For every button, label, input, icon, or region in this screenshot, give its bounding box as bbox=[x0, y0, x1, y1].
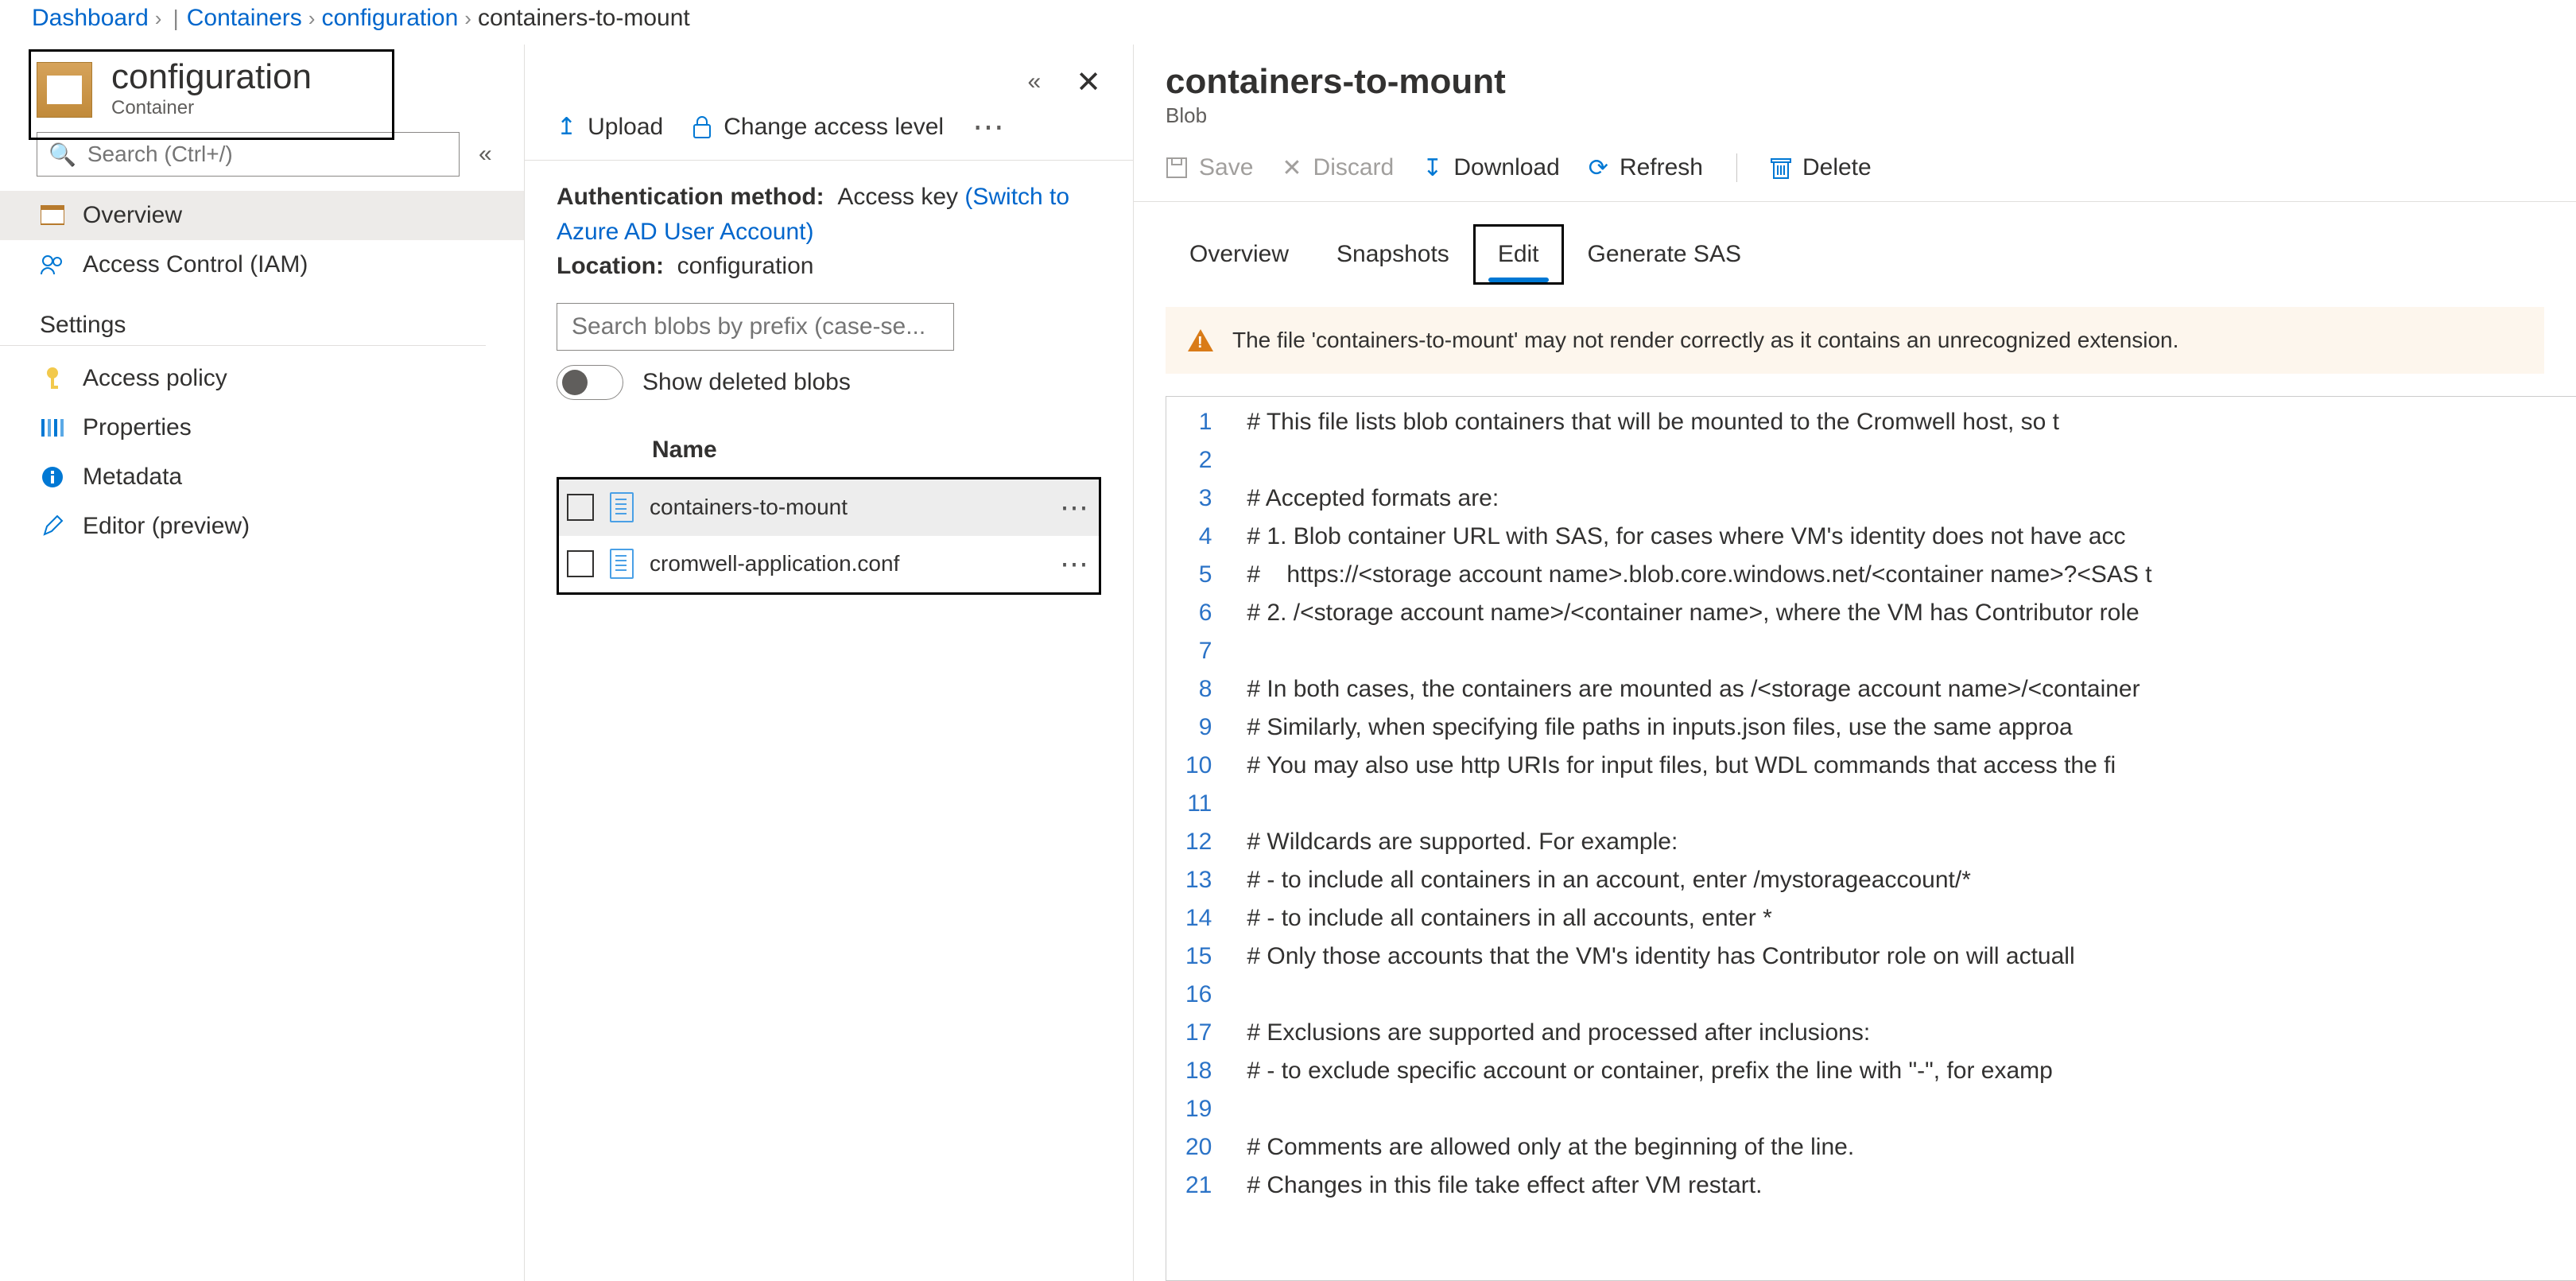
refresh-icon: ⟳ bbox=[1589, 154, 1608, 182]
people-icon bbox=[40, 252, 65, 278]
blob-subtitle: Blob bbox=[1166, 103, 2544, 128]
blob-row[interactable]: cromwell-application.conf ⋯ bbox=[559, 536, 1099, 592]
blob-name: cromwell-application.conf bbox=[650, 551, 899, 576]
more-menu-icon[interactable]: ⋯ bbox=[972, 123, 1006, 131]
column-name: Name bbox=[652, 437, 717, 464]
upload-icon: ↥ bbox=[557, 113, 576, 141]
nav-editor[interactable]: Editor (preview) bbox=[0, 502, 524, 551]
upload-label: Upload bbox=[588, 114, 663, 141]
breadcrumb: Dashboard › | Containers › configuration… bbox=[0, 0, 2576, 45]
tab-generate-sas[interactable]: Generate SAS bbox=[1564, 225, 1765, 284]
refresh-label: Refresh bbox=[1620, 154, 1703, 181]
warning-icon bbox=[1188, 329, 1213, 351]
nav-overview-label: Overview bbox=[83, 202, 182, 229]
row-checkbox[interactable] bbox=[567, 494, 594, 521]
download-label: Download bbox=[1453, 154, 1559, 181]
lock-icon bbox=[692, 115, 712, 139]
key-icon bbox=[40, 366, 65, 391]
save-icon bbox=[1166, 157, 1188, 179]
chevron-right-icon: › bbox=[464, 6, 471, 31]
nav-editor-label: Editor (preview) bbox=[83, 513, 250, 540]
discard-icon: ✕ bbox=[1282, 154, 1302, 182]
tab-edit[interactable]: Edit bbox=[1473, 224, 1564, 285]
overview-icon bbox=[40, 203, 65, 228]
code-content[interactable]: # This file lists blob containers that w… bbox=[1228, 397, 2576, 1280]
tab-snapshots[interactable]: Snapshots bbox=[1313, 225, 1473, 284]
delete-label: Delete bbox=[1802, 154, 1872, 181]
change-access-label: Change access level bbox=[724, 114, 944, 141]
nav-metadata[interactable]: Metadata bbox=[0, 452, 524, 502]
tab-bar: Overview Snapshots Edit Generate SAS bbox=[1134, 202, 2576, 285]
blob-title: containers-to-mount bbox=[1166, 62, 2544, 102]
blob-search[interactable] bbox=[557, 303, 954, 351]
nav-props-label: Properties bbox=[83, 414, 192, 441]
refresh-button[interactable]: ⟳ Refresh bbox=[1589, 154, 1703, 182]
container-subtitle: Container bbox=[111, 97, 312, 119]
close-icon[interactable]: ✕ bbox=[1076, 64, 1101, 100]
nav-meta-label: Metadata bbox=[83, 464, 182, 491]
nav-access-policy[interactable]: Access policy bbox=[0, 354, 524, 403]
chevron-right-icon: › bbox=[308, 6, 316, 31]
location-value: configuration bbox=[677, 253, 814, 279]
location-label: Location: bbox=[557, 253, 664, 279]
pencil-icon bbox=[40, 514, 65, 539]
auth-method-value: Access key bbox=[837, 184, 958, 210]
line-gutter: 123456789101112131415161718192021 bbox=[1166, 397, 1228, 1280]
settings-heading: Settings bbox=[0, 289, 486, 346]
collapse-mid-icon[interactable]: « bbox=[1021, 62, 1047, 102]
toolbar-separator bbox=[1736, 153, 1737, 182]
nav-properties[interactable]: Properties bbox=[0, 403, 524, 452]
collapse-sidebar-icon[interactable]: « bbox=[472, 134, 499, 174]
nav-access-control[interactable]: Access Control (IAM) bbox=[0, 240, 524, 289]
container-header: configuration Container bbox=[0, 45, 524, 129]
discard-label: Discard bbox=[1313, 154, 1395, 181]
container-icon bbox=[37, 62, 92, 118]
breadcrumb-current: containers-to-mount bbox=[478, 5, 690, 32]
breadcrumb-configuration[interactable]: configuration bbox=[321, 5, 458, 32]
row-more-icon[interactable]: ⋯ bbox=[1060, 491, 1091, 524]
warning-banner: The file 'containers-to-mount' may not r… bbox=[1166, 307, 2544, 374]
change-access-button[interactable]: Change access level bbox=[692, 114, 944, 141]
properties-icon bbox=[40, 415, 65, 441]
breadcrumb-dashboard[interactable]: Dashboard bbox=[32, 5, 149, 32]
file-icon bbox=[610, 549, 634, 579]
search-icon: 🔍 bbox=[48, 142, 76, 168]
blob-row[interactable]: containers-to-mount ⋯ bbox=[559, 479, 1099, 536]
breadcrumb-containers[interactable]: Containers bbox=[187, 5, 302, 32]
file-icon bbox=[610, 492, 634, 522]
download-button[interactable]: ↧ Download bbox=[1422, 154, 1560, 182]
blob-table-header: Name bbox=[557, 424, 1101, 477]
trash-icon bbox=[1771, 156, 1791, 180]
nav-overview[interactable]: Overview bbox=[0, 191, 524, 240]
auth-info: Authentication method: Access key (Switc… bbox=[525, 161, 1133, 289]
row-more-icon[interactable]: ⋯ bbox=[1060, 547, 1091, 580]
show-deleted-toggle[interactable] bbox=[557, 365, 623, 400]
upload-button[interactable]: ↥ Upload bbox=[557, 113, 663, 141]
blob-name: containers-to-mount bbox=[650, 495, 848, 520]
sidebar-search[interactable]: 🔍 bbox=[37, 132, 460, 177]
discard-button[interactable]: ✕ Discard bbox=[1282, 154, 1394, 182]
separator-pipe: | bbox=[173, 6, 178, 31]
chevron-right-icon: › bbox=[155, 6, 162, 31]
download-icon: ↧ bbox=[1422, 154, 1442, 182]
warning-text: The file 'containers-to-mount' may not r… bbox=[1232, 328, 2178, 353]
annotation-box: containers-to-mount ⋯ cromwell-applicati… bbox=[557, 477, 1101, 595]
show-deleted-label: Show deleted blobs bbox=[642, 369, 851, 396]
blob-search-input[interactable] bbox=[572, 313, 939, 340]
row-checkbox[interactable] bbox=[567, 550, 594, 577]
nav-access-label: Access Control (IAM) bbox=[83, 251, 308, 278]
save-button[interactable]: Save bbox=[1166, 154, 1253, 181]
code-editor[interactable]: 123456789101112131415161718192021 # This… bbox=[1166, 396, 2576, 1281]
delete-button[interactable]: Delete bbox=[1771, 154, 1872, 181]
sidebar-search-input[interactable] bbox=[87, 142, 448, 167]
container-title: configuration bbox=[111, 59, 312, 95]
save-label: Save bbox=[1199, 154, 1253, 181]
tab-overview[interactable]: Overview bbox=[1166, 225, 1313, 284]
nav-policy-label: Access policy bbox=[83, 365, 227, 392]
info-icon bbox=[40, 464, 65, 490]
auth-method-label: Authentication method: bbox=[557, 184, 824, 210]
